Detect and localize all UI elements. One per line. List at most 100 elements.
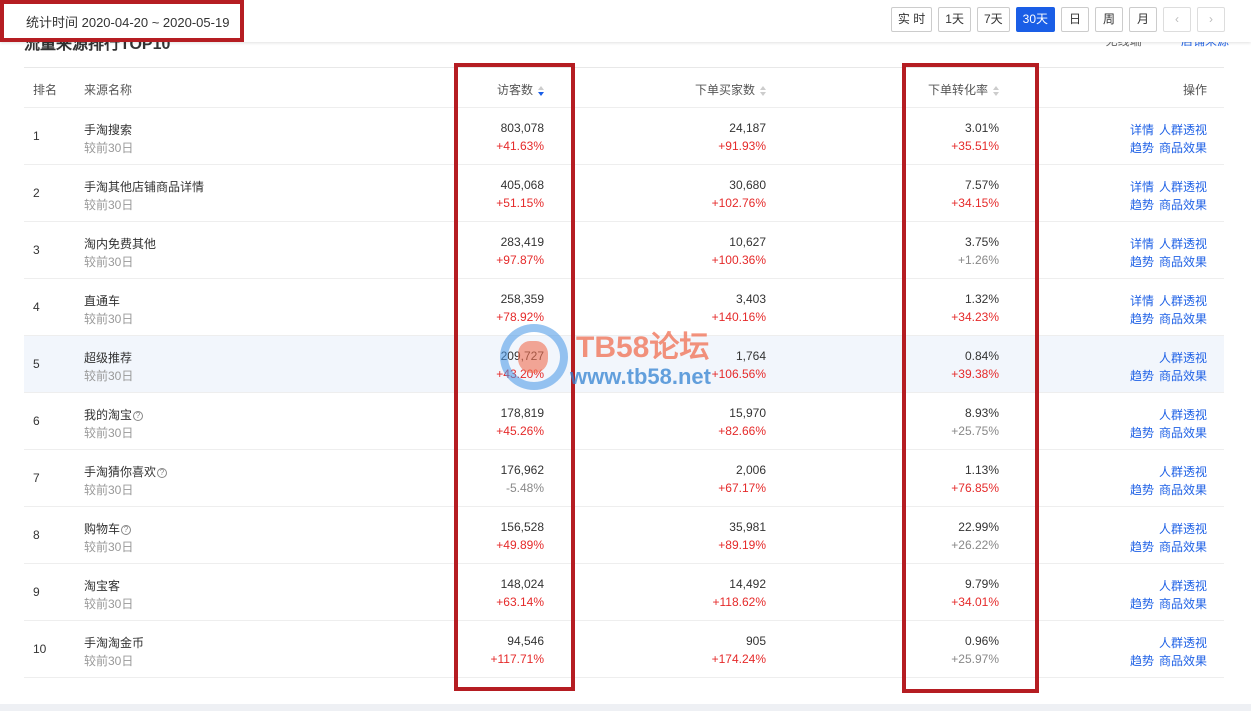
ops-line-2: 趋势 商品效果 xyxy=(1125,481,1207,498)
prev-period-button[interactable]: ‹ xyxy=(1163,7,1191,32)
effect-link[interactable]: 商品效果 xyxy=(1159,198,1207,212)
highlight-box-visitors xyxy=(454,63,575,691)
sort-icon[interactable] xyxy=(760,85,766,96)
effect-link[interactable]: 商品效果 xyxy=(1159,141,1207,155)
effect-link[interactable]: 商品效果 xyxy=(1159,369,1207,383)
table-header: 排名 来源名称 访客数 下单买家数 下单转化率 操作 xyxy=(24,68,1224,108)
crowd-link[interactable]: 人群透视 xyxy=(1159,465,1207,479)
crowd-link[interactable]: 人群透视 xyxy=(1159,522,1207,536)
trend-link[interactable]: 趋势 xyxy=(1130,369,1154,383)
col-ops-header: 操作 xyxy=(1182,83,1207,97)
trend-link[interactable]: 趋势 xyxy=(1130,483,1154,497)
crowd-link[interactable]: 人群透视 xyxy=(1159,408,1207,422)
traffic-source-table: 排名 来源名称 访客数 下单买家数 下单转化率 操作 1 手淘搜索 较前30日 803… xyxy=(24,67,1224,678)
ops-line-2: 趋势 商品效果 xyxy=(1125,367,1207,384)
row-rank: 6 xyxy=(33,414,40,428)
range-realtime-button[interactable]: 实 时 xyxy=(890,7,933,32)
row-rank: 2 xyxy=(33,186,40,200)
table-row: 9 淘宝客 较前30日 148,024 +63.14% 14,492 +118.62% 9.7… xyxy=(24,564,1224,621)
crowd-link[interactable]: 人群透视 xyxy=(1159,351,1207,365)
range-day-button[interactable]: 日 xyxy=(1061,7,1089,32)
trend-link[interactable]: 趋势 xyxy=(1130,198,1154,212)
crowd-link[interactable]: 人群透视 xyxy=(1159,294,1207,308)
crowd-link[interactable]: 人群透视 xyxy=(1159,123,1207,137)
ops-line-1: 人群透视 xyxy=(1154,349,1207,366)
effect-link[interactable]: 商品效果 xyxy=(1159,654,1207,668)
ops-line-2: 趋势 商品效果 xyxy=(1125,595,1207,612)
compare-label: 较前30日 xyxy=(84,654,134,668)
bottom-bar xyxy=(0,704,1251,711)
trend-link[interactable]: 趋势 xyxy=(1130,426,1154,440)
compare-label: 较前30日 xyxy=(84,369,134,383)
detail-link[interactable]: 详情 xyxy=(1130,237,1154,251)
trend-link[interactable]: 趋势 xyxy=(1130,597,1154,611)
crowd-link[interactable]: 人群透视 xyxy=(1159,180,1207,194)
compare-label: 较前30日 xyxy=(84,198,134,212)
row-rank: 3 xyxy=(33,243,40,257)
effect-link[interactable]: 商品效果 xyxy=(1159,483,1207,497)
effect-link[interactable]: 商品效果 xyxy=(1159,540,1207,554)
crowd-link[interactable]: 人群透视 xyxy=(1159,237,1207,251)
table-row: 3 淘内免费其他 较前30日 283,419 +97.87% 10,627 +100.36%… xyxy=(24,222,1224,279)
compare-label: 较前30日 xyxy=(84,255,134,269)
source-name: 淘宝客 xyxy=(84,579,121,593)
ops-line-1: 人群透视 xyxy=(1154,520,1207,537)
buyers-change: +140.16% xyxy=(711,310,766,324)
trend-link[interactable]: 趋势 xyxy=(1130,141,1154,155)
buyers-change: +118.62% xyxy=(712,595,767,609)
effect-link[interactable]: 商品效果 xyxy=(1159,312,1207,326)
range-week-button[interactable]: 周 xyxy=(1095,7,1123,32)
help-icon[interactable]: ? xyxy=(133,411,144,421)
range-30day-button[interactable]: 30天 xyxy=(1015,7,1055,32)
help-icon[interactable]: ? xyxy=(157,468,168,478)
ops-line-2: 趋势 商品效果 xyxy=(1125,310,1207,327)
crowd-link[interactable]: 人群透视 xyxy=(1159,579,1207,593)
table-row: 7 手淘猜你喜欢? 较前30日 176,962 -5.48% 2,006 +67.17% 1.… xyxy=(24,450,1224,507)
ops-line-1: 人群透视 xyxy=(1154,406,1207,423)
trend-link[interactable]: 趋势 xyxy=(1130,255,1154,269)
effect-link[interactable]: 商品效果 xyxy=(1159,255,1207,269)
crowd-link[interactable]: 人群透视 xyxy=(1159,636,1207,650)
table-row: 4 直通车 较前30日 258,359 +78.92% 3,403 +140.16% 1.32… xyxy=(24,279,1224,336)
source-name: 超级推荐 xyxy=(84,351,133,365)
table-row: 8 购物车? 较前30日 156,528 +49.89% 35,981 +89.19% 22.… xyxy=(24,507,1224,564)
effect-link[interactable]: 商品效果 xyxy=(1159,597,1207,611)
detail-link[interactable]: 详情 xyxy=(1130,180,1154,194)
ops-line-1: 人群透视 xyxy=(1154,577,1207,594)
trend-link[interactable]: 趋势 xyxy=(1130,540,1154,554)
row-rank: 1 xyxy=(33,129,40,143)
date-range-label: 统计时间 2020-04-20 ~ 2020-05-19 xyxy=(0,0,244,42)
highlight-box-rate xyxy=(902,63,1039,693)
row-rank: 10 xyxy=(33,642,47,656)
detail-link[interactable]: 详情 xyxy=(1130,123,1154,137)
table-row: 5 超级推荐 较前30日 209,727 +43.20% 1,764 +106.56% 0.8… xyxy=(24,336,1224,393)
compare-label: 较前30日 xyxy=(84,540,134,554)
col-buyers-header[interactable]: 下单买家数 xyxy=(695,81,766,98)
trend-link[interactable]: 趋势 xyxy=(1130,654,1154,668)
range-7day-button[interactable]: 7天 xyxy=(976,7,1010,32)
row-rank: 9 xyxy=(33,585,40,599)
ops-line-2: 趋势 商品效果 xyxy=(1125,253,1207,270)
ops-line-2: 趋势 商品效果 xyxy=(1125,424,1207,441)
source-name: 手淘猜你喜欢? xyxy=(84,463,168,480)
row-rank: 5 xyxy=(33,357,40,371)
ops-line-1: 详情 人群透视 xyxy=(1125,292,1207,309)
trend-link[interactable]: 趋势 xyxy=(1130,312,1154,326)
table-row: 1 手淘搜索 较前30日 803,078 +41.63% 24,187 +91.93% 3.0… xyxy=(24,108,1224,165)
buyers-value: 24,187 xyxy=(729,121,766,135)
help-icon[interactable]: ? xyxy=(121,525,132,535)
buyers-value: 35,981 xyxy=(729,520,766,534)
ops-line-2: 趋势 商品效果 xyxy=(1125,652,1207,669)
range-1day-button[interactable]: 1天 xyxy=(938,7,971,32)
ops-line-1: 详情 人群透视 xyxy=(1125,235,1207,252)
col-rank-header: 排名 xyxy=(33,83,58,97)
detail-link[interactable]: 详情 xyxy=(1130,294,1154,308)
buyers-change: +67.17% xyxy=(718,481,766,495)
ops-line-2: 趋势 商品效果 xyxy=(1125,139,1207,156)
source-name: 淘内免费其他 xyxy=(84,237,157,251)
effect-link[interactable]: 商品效果 xyxy=(1159,426,1207,440)
next-period-button[interactable]: › xyxy=(1197,7,1225,32)
buyers-value: 10,627 xyxy=(729,235,766,249)
range-month-button[interactable]: 月 xyxy=(1129,7,1157,32)
buyers-value: 1,764 xyxy=(735,349,766,363)
